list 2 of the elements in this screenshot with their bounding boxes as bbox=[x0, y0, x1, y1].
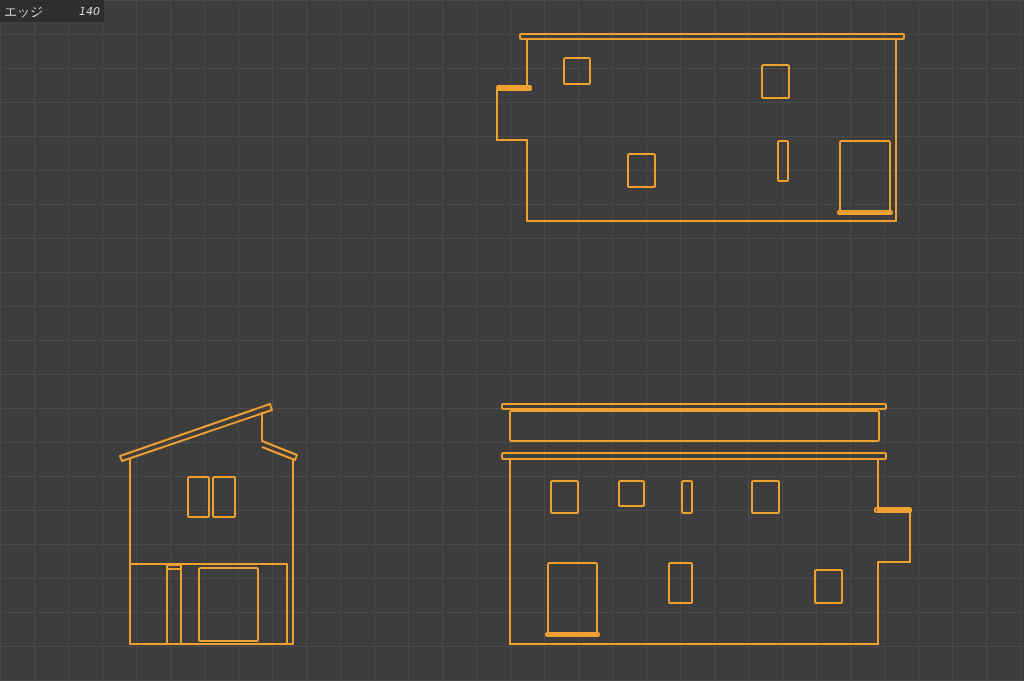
stat-label: エッジ bbox=[4, 4, 43, 18]
stat-value: 140 bbox=[79, 5, 100, 17]
